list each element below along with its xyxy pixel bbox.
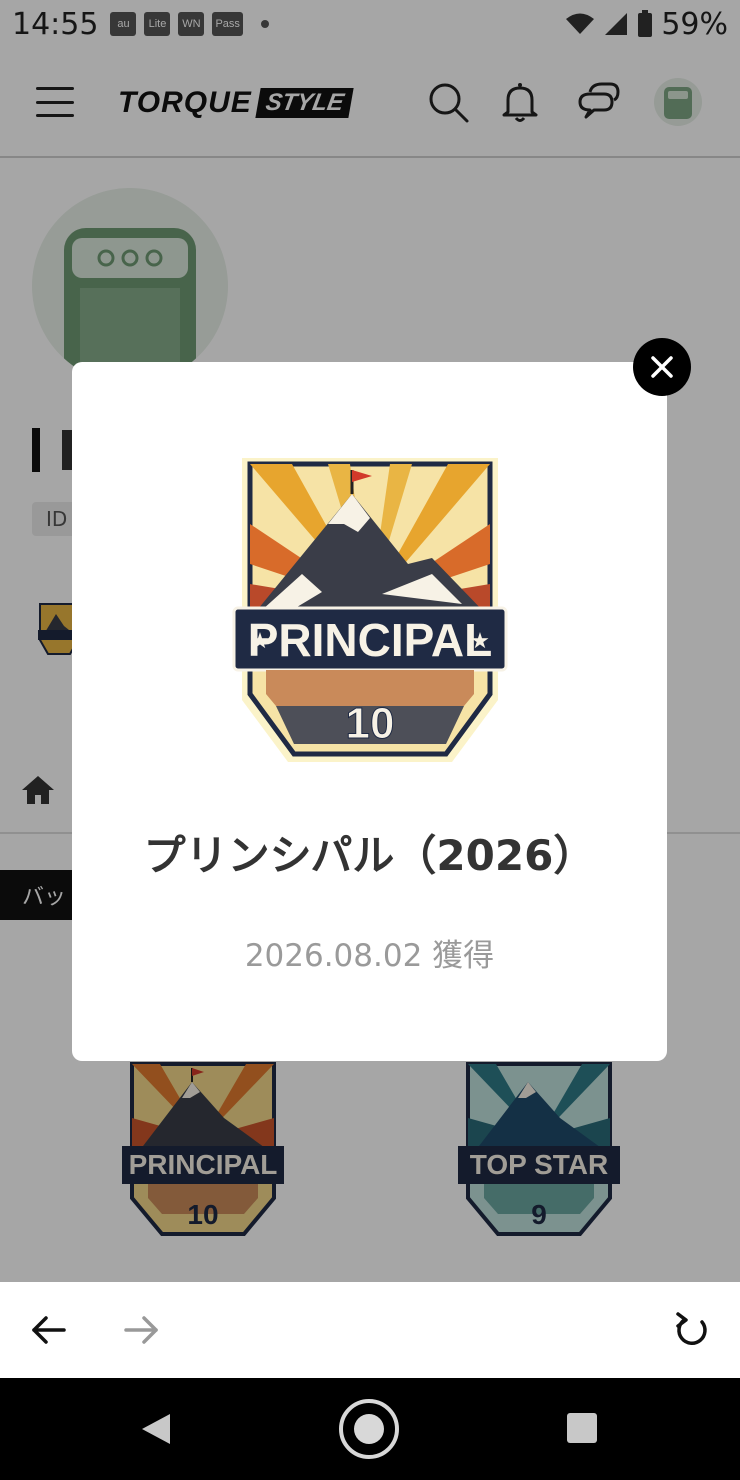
- browser-toolbar: [0, 1282, 740, 1378]
- reload-icon[interactable]: [672, 1310, 712, 1350]
- badge-acquired-date: 2026.08.02 獲得: [244, 938, 495, 974]
- modal-badge-name: PRINCIPAL: [248, 614, 493, 666]
- nav-home-icon[interactable]: [338, 1398, 400, 1460]
- badge-title: プリンシパル（2026）: [143, 831, 596, 880]
- badge-detail-modal: ★ ★ PRINCIPAL 10 プリンシパル（2026） 2026.08.02…: [72, 362, 667, 1061]
- nav-back-icon[interactable]: [140, 1412, 172, 1446]
- close-modal-button[interactable]: [633, 338, 691, 396]
- principal-badge-large: ★ ★ PRINCIPAL 10: [232, 458, 508, 762]
- close-icon: [651, 356, 673, 378]
- forward-arrow-icon[interactable]: [122, 1310, 162, 1350]
- system-nav-bar: [0, 1378, 740, 1480]
- modal-badge-level: 10: [346, 699, 395, 748]
- nav-recents-icon[interactable]: [566, 1412, 598, 1444]
- back-arrow-icon[interactable]: [28, 1310, 68, 1350]
